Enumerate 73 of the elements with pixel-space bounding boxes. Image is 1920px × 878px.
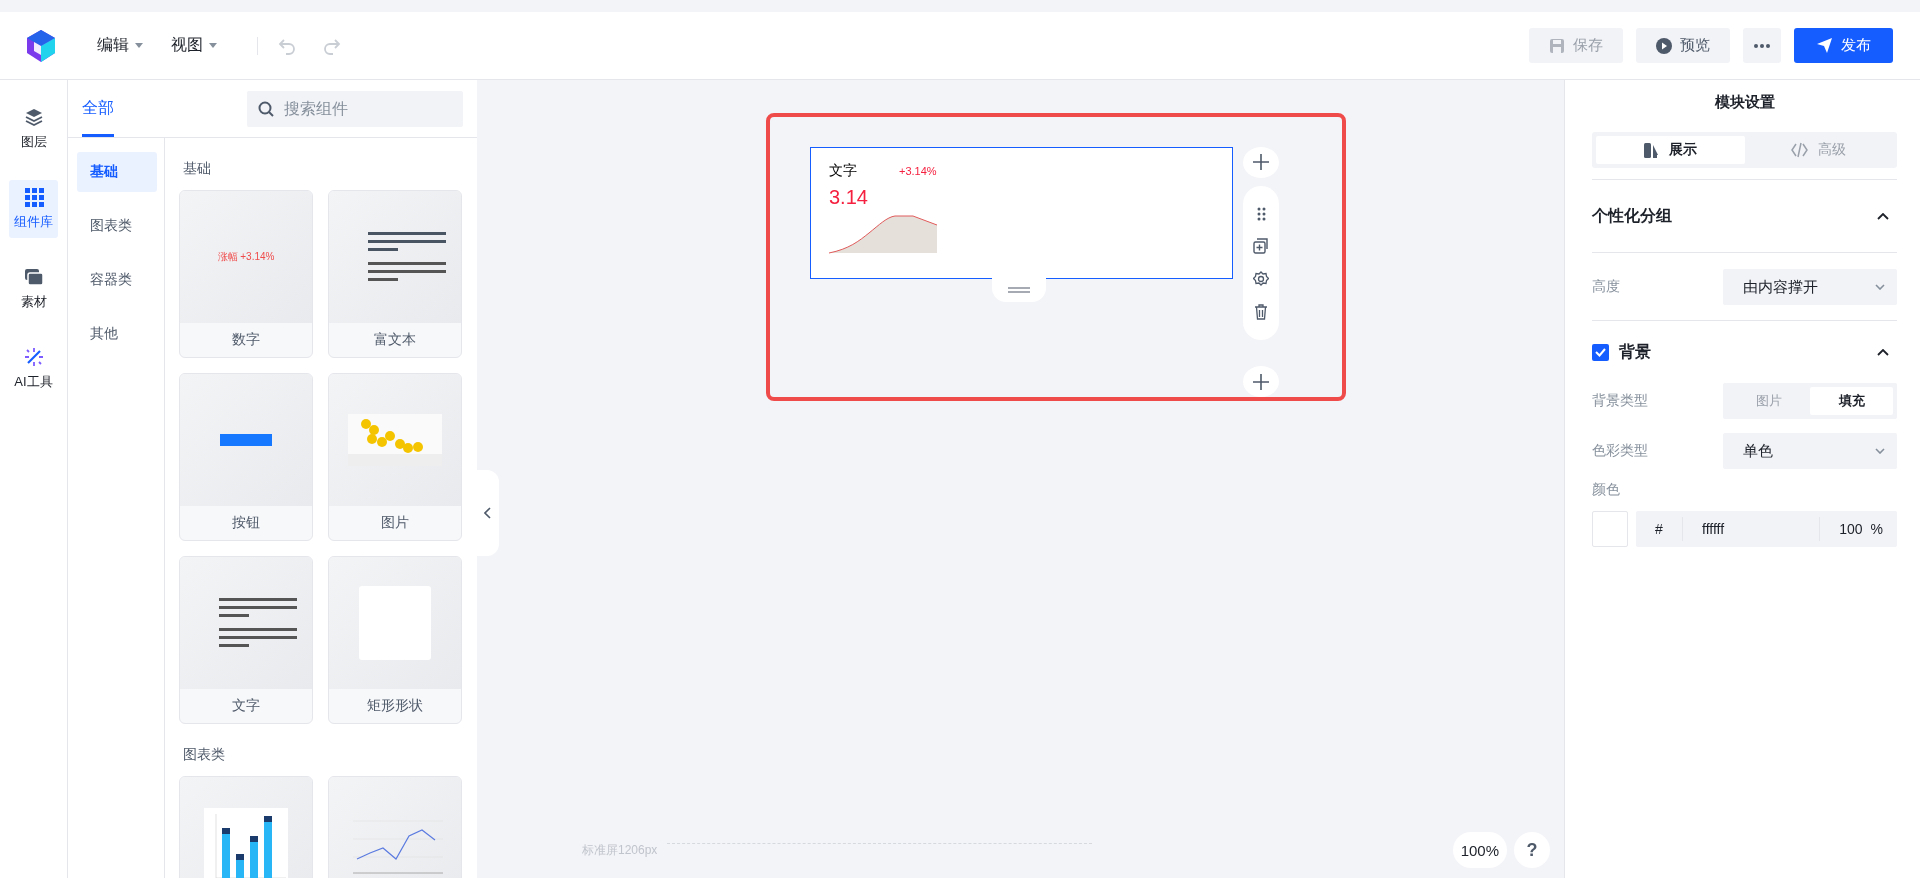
caret-icon (209, 43, 217, 48)
component-card[interactable]: 按钮 (179, 373, 313, 541)
sidebar-item[interactable]: 图层 (9, 100, 58, 158)
section-title: 基础 (183, 160, 212, 178)
code-icon (1791, 142, 1809, 158)
chevron-down-icon (1875, 448, 1885, 454)
save-icon (1549, 37, 1565, 54)
category-item[interactable]: 图表类 (77, 206, 157, 246)
module-title: 文字 (829, 162, 857, 180)
module-card[interactable]: 文字 +3.14% 3.14 (810, 147, 1233, 279)
panel-title: 模块设置 (1713, 93, 1776, 112)
component-card[interactable]: 图片 (328, 373, 462, 541)
category-item[interactable]: 容器类 (77, 260, 157, 300)
preview-text: 涨幅 +3.14% (217, 250, 275, 264)
tab[interactable]: 展示 (1596, 136, 1745, 164)
zoom-button[interactable]: 100% (1452, 832, 1507, 868)
button-preview-drawing (220, 434, 272, 446)
trash-icon[interactable] (1254, 303, 1268, 320)
component-card[interactable]: 涨幅 +3.14% 数字 (179, 190, 313, 358)
sidebar-item[interactable]: AI工具 (9, 340, 58, 398)
drag-lines-icon (1008, 287, 1030, 293)
category-item[interactable]: 其他 (77, 314, 157, 354)
color-swatch[interactable] (1592, 511, 1628, 547)
tab[interactable]: 全部 (82, 80, 114, 137)
sidebar-item[interactable]: 组件库 (9, 180, 58, 238)
drag-dots-icon[interactable] (1256, 206, 1266, 221)
settings-icon[interactable] (1253, 270, 1269, 287)
cards-icon (23, 267, 44, 287)
field-label: 高度 (1592, 278, 1620, 296)
height-select[interactable]: 由内容撑开 (1723, 269, 1897, 305)
category-item[interactable]: 基础 (77, 152, 157, 192)
color-input[interactable]: # ffffff 100 % (1636, 511, 1897, 547)
sidebar-item[interactable]: 素材 (9, 260, 58, 318)
search-icon (258, 100, 274, 117)
group-title: 背景 (1619, 341, 1651, 362)
chevron-left-icon (484, 507, 492, 519)
check-icon (1595, 347, 1606, 357)
resize-handle[interactable] (992, 278, 1046, 302)
duplicate-icon[interactable] (1253, 237, 1269, 254)
send-icon (1816, 37, 1833, 54)
search-field[interactable]: 搜索组件 (247, 90, 463, 127)
component-card[interactable]: 富文本 (328, 190, 462, 358)
caret-icon (135, 43, 143, 48)
change-value: +3.14% (899, 165, 937, 177)
field-label: 颜色 (1592, 481, 1621, 499)
field-label: 色彩类型 (1592, 442, 1648, 460)
menu-button[interactable]: 编辑 (97, 35, 143, 56)
number-value: 3.14 (829, 186, 869, 209)
segment-option[interactable]: 填充 (1810, 387, 1893, 415)
add-button[interactable] (1243, 147, 1279, 178)
plus-icon (1253, 373, 1269, 390)
component-card[interactable]: 文字 (179, 556, 313, 724)
menu-button[interactable]: 视图 (171, 35, 217, 56)
chevron-down-icon (1875, 284, 1885, 290)
more-button[interactable] (1743, 28, 1781, 63)
component-card[interactable]: 矩形形状 (328, 556, 462, 724)
logo-icon (25, 28, 57, 63)
panel-icon (1643, 142, 1659, 158)
more-icon (1754, 43, 1770, 48)
field-label: 背景类型 (1592, 392, 1648, 410)
section-title: 图表类 (183, 746, 226, 764)
group-title: 个性化分组 (1592, 205, 1672, 226)
color-type-select[interactable]: 单色 (1723, 433, 1897, 469)
help-button[interactable]: ? (1514, 832, 1550, 868)
preview-button[interactable]: 预览 (1636, 28, 1730, 63)
plus-icon (1253, 154, 1269, 171)
play-icon (1656, 37, 1672, 54)
grid-icon (23, 187, 44, 207)
add-button[interactable] (1243, 366, 1279, 397)
layers-icon (23, 107, 44, 127)
publish-button[interactable]: 发布 (1794, 28, 1893, 63)
checkbox[interactable] (1592, 343, 1609, 361)
sparkle-icon (23, 347, 44, 367)
